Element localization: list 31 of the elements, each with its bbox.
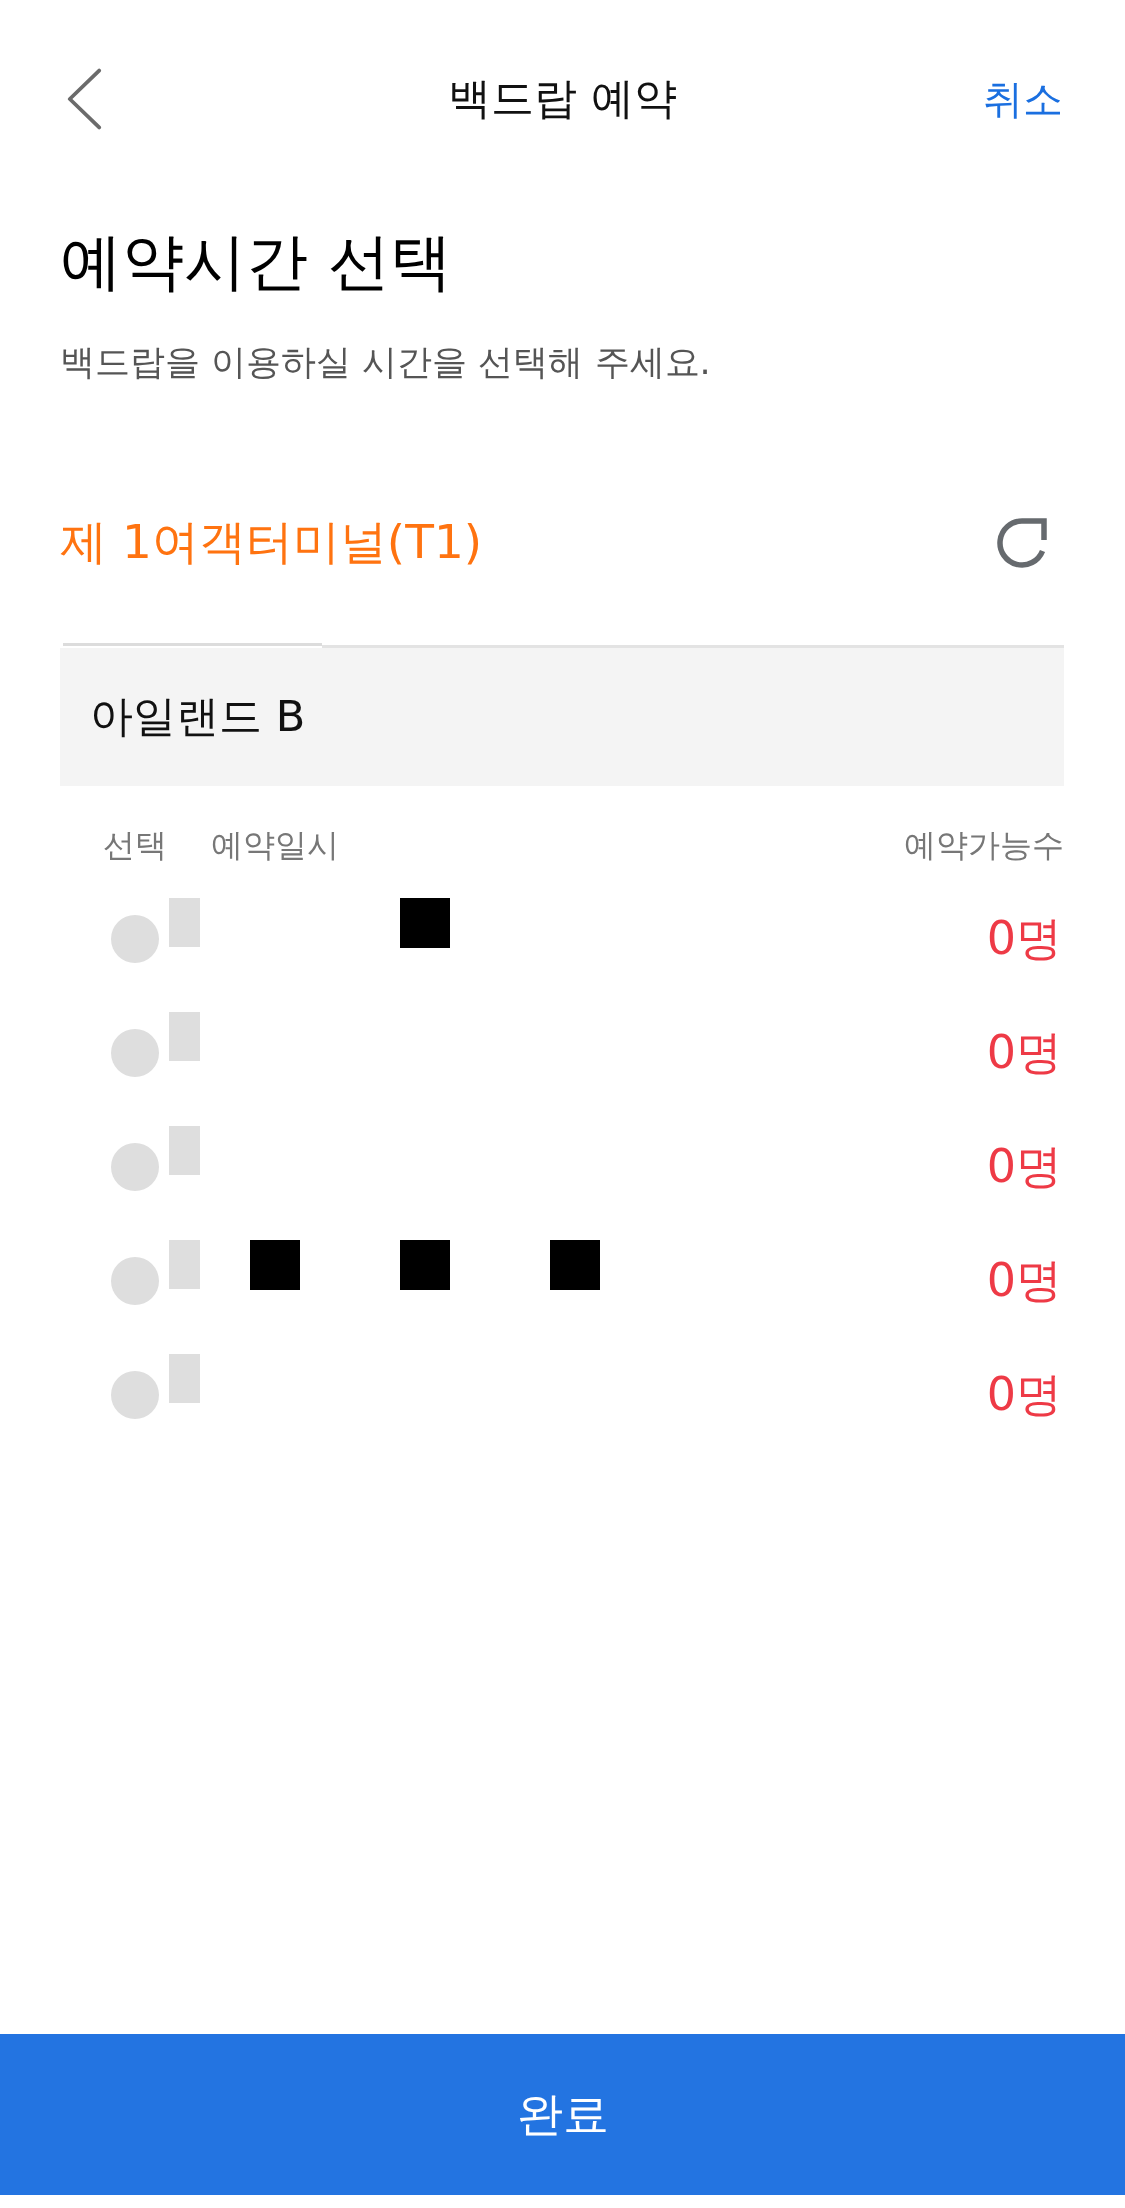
column-header: 예약가능수 bbox=[904, 825, 1064, 866]
redaction-block bbox=[550, 1240, 600, 1290]
chevron-left-icon bbox=[66, 68, 102, 130]
zone-header: 아일랜드 B bbox=[60, 648, 1064, 786]
terminal-title: 제 1여객터미널(T1) bbox=[60, 513, 483, 571]
radio-button[interactable] bbox=[111, 1143, 159, 1191]
page-title: 백드랍 예약 bbox=[448, 72, 677, 125]
placeholder-block bbox=[169, 1354, 200, 1403]
radio-button[interactable] bbox=[111, 1257, 159, 1305]
done-button[interactable]: 완료 bbox=[0, 2034, 1125, 2195]
section-heading: 예약시간 선택 bbox=[60, 224, 453, 300]
instruction-text: 백드랍을 이용하실 시간을 선택해 주세요. bbox=[60, 341, 712, 384]
availability-count: 0명 bbox=[986, 1024, 1062, 1081]
back-button[interactable] bbox=[66, 68, 102, 130]
column-header: 선택 bbox=[103, 825, 168, 866]
radio-button[interactable] bbox=[111, 1029, 159, 1077]
radio-button[interactable] bbox=[111, 915, 159, 963]
availability-count: 0명 bbox=[986, 1366, 1062, 1423]
cancel-link[interactable]: 취소 bbox=[983, 75, 1063, 123]
placeholder-block bbox=[169, 1012, 200, 1061]
redaction-block bbox=[250, 1240, 300, 1290]
placeholder-block bbox=[169, 898, 200, 947]
availability-count: 0명 bbox=[986, 1252, 1062, 1309]
column-header: 예약일시 bbox=[211, 825, 339, 866]
radio-button[interactable] bbox=[111, 1371, 159, 1419]
redaction-block bbox=[400, 1240, 450, 1290]
availability-count: 0명 bbox=[986, 1138, 1062, 1195]
placeholder-block bbox=[169, 1126, 200, 1175]
availability-count: 0명 bbox=[986, 910, 1062, 967]
redaction-block bbox=[400, 898, 450, 948]
placeholder-block bbox=[169, 1240, 200, 1289]
